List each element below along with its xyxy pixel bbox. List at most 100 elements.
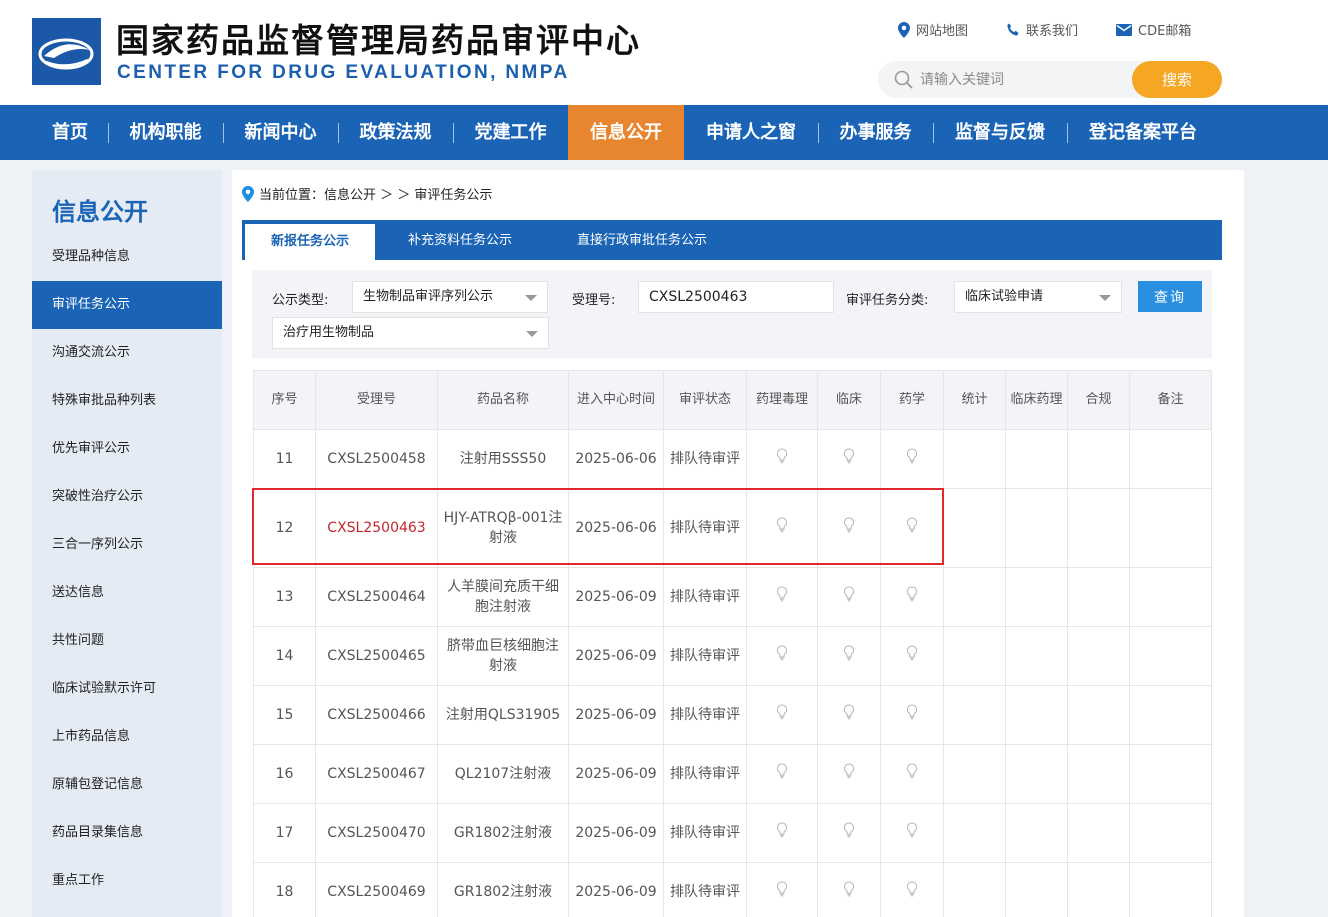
subtype-select[interactable]: 治疗用生物制品 bbox=[272, 317, 549, 349]
cell-status: 排队待审评 bbox=[663, 567, 747, 627]
nav-item-functions[interactable]: 机构职能 bbox=[108, 105, 223, 160]
tab-supplementary-tasks[interactable]: 补充资料任务公示 bbox=[385, 220, 535, 260]
sitemap-link[interactable]: 网站地图 bbox=[898, 20, 968, 39]
accept-no-label: 受理号: bbox=[572, 293, 616, 308]
lightbulb-icon bbox=[776, 822, 788, 844]
phone-icon bbox=[1007, 23, 1019, 36]
breadcrumb-prefix: 当前位置： bbox=[259, 188, 325, 203]
nav-item-info-public[interactable]: 信息公开 bbox=[568, 105, 684, 160]
sidebar-item-delivery[interactable]: 送达信息 bbox=[32, 569, 222, 617]
search-bar: 搜索 bbox=[878, 61, 1222, 98]
cell-empty bbox=[1067, 488, 1130, 568]
task-category-value: 临床试验申请 bbox=[965, 289, 1044, 304]
sidebar-item-common-issues[interactable]: 共性问题 bbox=[32, 617, 222, 665]
nav-item-news[interactable]: 新闻中心 bbox=[223, 105, 338, 160]
cell-progress bbox=[817, 626, 881, 686]
type-select[interactable]: 生物制品审评序列公示 bbox=[352, 281, 548, 313]
query-button[interactable]: 查询 bbox=[1138, 281, 1202, 312]
cell-empty bbox=[943, 429, 1006, 489]
sidebar-item-drug-catalog[interactable]: 药品目录集信息 bbox=[32, 809, 222, 857]
cell-empty bbox=[1129, 744, 1212, 804]
sidebar-item-communication[interactable]: 沟通交流公示 bbox=[32, 329, 222, 377]
col-header-accept-no: 受理号 bbox=[315, 370, 438, 430]
cde-logo[interactable] bbox=[32, 18, 101, 85]
nav-item-services[interactable]: 办事服务 bbox=[818, 105, 933, 160]
sidebar-item-breakthrough[interactable]: 突破性治疗公示 bbox=[32, 473, 222, 521]
nav-item-applicant[interactable]: 申请人之窗 bbox=[684, 105, 818, 160]
nav-item-home[interactable]: 首页 bbox=[32, 105, 108, 160]
breadcrumb: 当前位置： 信息公开 ＞ ＞ 审评任务公示 bbox=[242, 184, 492, 203]
cell-no: 11 bbox=[253, 429, 316, 489]
sidebar-item-accepted-varieties[interactable]: 受理品种信息 bbox=[32, 233, 222, 281]
cell-entry-time: 2025-06-06 bbox=[568, 488, 664, 568]
cell-no: 13 bbox=[253, 567, 316, 627]
cell-progress bbox=[817, 488, 881, 568]
cell-accept-no[interactable]: CXSL2500463 bbox=[315, 488, 438, 568]
cell-empty bbox=[943, 488, 1006, 568]
cell-accept-no[interactable]: CXSL2500469 bbox=[315, 862, 438, 917]
cell-empty bbox=[1005, 803, 1068, 863]
search-button[interactable]: 搜索 bbox=[1132, 61, 1222, 98]
cell-progress bbox=[746, 429, 818, 489]
sidebar-item-review-tasks[interactable]: 审评任务公示 bbox=[32, 281, 222, 329]
cell-accept-no[interactable]: CXSL2500467 bbox=[315, 744, 438, 804]
cell-status: 排队待审评 bbox=[663, 626, 747, 686]
breadcrumb-path[interactable]: 信息公开 ＞ ＞ 审评任务公示 bbox=[324, 184, 492, 203]
cell-progress bbox=[746, 685, 818, 745]
table-row[interactable]: 12 CXSL2500463 HJY-ATRQβ-001注射液 2025-06-06 排… bbox=[253, 488, 1212, 568]
lightbulb-icon bbox=[776, 704, 788, 726]
accept-no-input[interactable] bbox=[638, 281, 834, 313]
table-row[interactable]: 14 CXSL2500465 脐带血巨核细胞注射液 2025-06-09 排队待审评 bbox=[253, 626, 1212, 686]
cell-accept-no[interactable]: CXSL2500464 bbox=[315, 567, 438, 627]
lightbulb-icon bbox=[843, 881, 855, 903]
cell-accept-no[interactable]: CXSL2500470 bbox=[315, 803, 438, 863]
col-header-pharmacology: 药理毒理 bbox=[746, 370, 818, 430]
task-category-select[interactable]: 临床试验申请 bbox=[954, 281, 1122, 313]
search-icon bbox=[894, 70, 913, 89]
cell-empty bbox=[1067, 567, 1130, 627]
cell-drug-name: HJY-ATRQβ-001注射液 bbox=[437, 488, 569, 568]
col-header-drug-name: 药品名称 bbox=[437, 370, 569, 430]
sidebar-item-excipient-registration[interactable]: 原辅包登记信息 bbox=[32, 761, 222, 809]
nav-item-party[interactable]: 党建工作 bbox=[453, 105, 568, 160]
cell-no: 18 bbox=[253, 862, 316, 917]
type-label: 公示类型: bbox=[272, 293, 329, 308]
table-row[interactable]: 15 CXSL2500466 注射用QLS31905 2025-06-09 排队待审评 bbox=[253, 685, 1212, 745]
table-row[interactable]: 16 CXSL2500467 QL2107注射液 2025-06-09 排队待审评 bbox=[253, 744, 1212, 804]
col-header-pharmacy: 药学 bbox=[880, 370, 944, 430]
cell-status: 排队待审评 bbox=[663, 429, 747, 489]
nav-item-registration[interactable]: 登记备案平台 bbox=[1067, 105, 1219, 160]
table-row[interactable]: 17 CXSL2500470 GR1802注射液 2025-06-09 排队待审评 bbox=[253, 803, 1212, 863]
sidebar-item-special-approval[interactable]: 特殊审批品种列表 bbox=[32, 377, 222, 425]
nav-item-supervision[interactable]: 监督与反馈 bbox=[933, 105, 1067, 160]
table-row[interactable]: 11 CXSL2500458 注射用SSS50 2025-06-06 排队待审评 bbox=[253, 429, 1212, 489]
sidebar-item-marketed-drugs[interactable]: 上市药品信息 bbox=[32, 713, 222, 761]
cell-accept-no[interactable]: CXSL2500458 bbox=[315, 429, 438, 489]
cell-drug-name: 注射用SSS50 bbox=[437, 429, 569, 489]
nav-item-policy[interactable]: 政策法规 bbox=[338, 105, 453, 160]
lightbulb-icon bbox=[906, 448, 918, 470]
sidebar-item-implied-license[interactable]: 临床试验默示许可 bbox=[32, 665, 222, 713]
task-table: 序号 受理号 药品名称 进入中心时间 审评状态 药理毒理 临床 药学 统计 临床… bbox=[253, 370, 1212, 917]
cell-drug-name: 注射用QLS31905 bbox=[437, 685, 569, 745]
cell-accept-no[interactable]: CXSL2500466 bbox=[315, 685, 438, 745]
table-row[interactable]: 18 CXSL2500469 GR1802注射液 2025-06-09 排队待审评 bbox=[253, 862, 1212, 917]
sidebar-item-priority-review[interactable]: 优先审评公示 bbox=[32, 425, 222, 473]
cell-no: 16 bbox=[253, 744, 316, 804]
sidebar-item-three-in-one[interactable]: 三合一序列公示 bbox=[32, 521, 222, 569]
cell-entry-time: 2025-06-09 bbox=[568, 567, 664, 627]
table-row[interactable]: 13 CXSL2500464 人羊膜间充质干细胞注射液 2025-06-09 排队待审评 bbox=[253, 567, 1212, 627]
lightbulb-icon bbox=[906, 822, 918, 844]
lightbulb-icon bbox=[843, 822, 855, 844]
tab-direct-approval-tasks[interactable]: 直接行政审批任务公示 bbox=[552, 220, 732, 260]
cell-accept-no[interactable]: CXSL2500465 bbox=[315, 626, 438, 686]
search-input[interactable] bbox=[920, 61, 1120, 98]
cell-progress bbox=[746, 567, 818, 627]
lightbulb-icon bbox=[776, 517, 788, 539]
contact-link[interactable]: 联系我们 bbox=[1006, 20, 1078, 39]
tab-new-tasks[interactable]: 新报任务公示 bbox=[245, 224, 375, 260]
cell-empty bbox=[1005, 488, 1068, 568]
cde-mail-link[interactable]: CDE邮箱 bbox=[1116, 20, 1191, 39]
sidebar-item-key-work[interactable]: 重点工作 bbox=[32, 857, 222, 905]
cell-entry-time: 2025-06-09 bbox=[568, 862, 664, 917]
